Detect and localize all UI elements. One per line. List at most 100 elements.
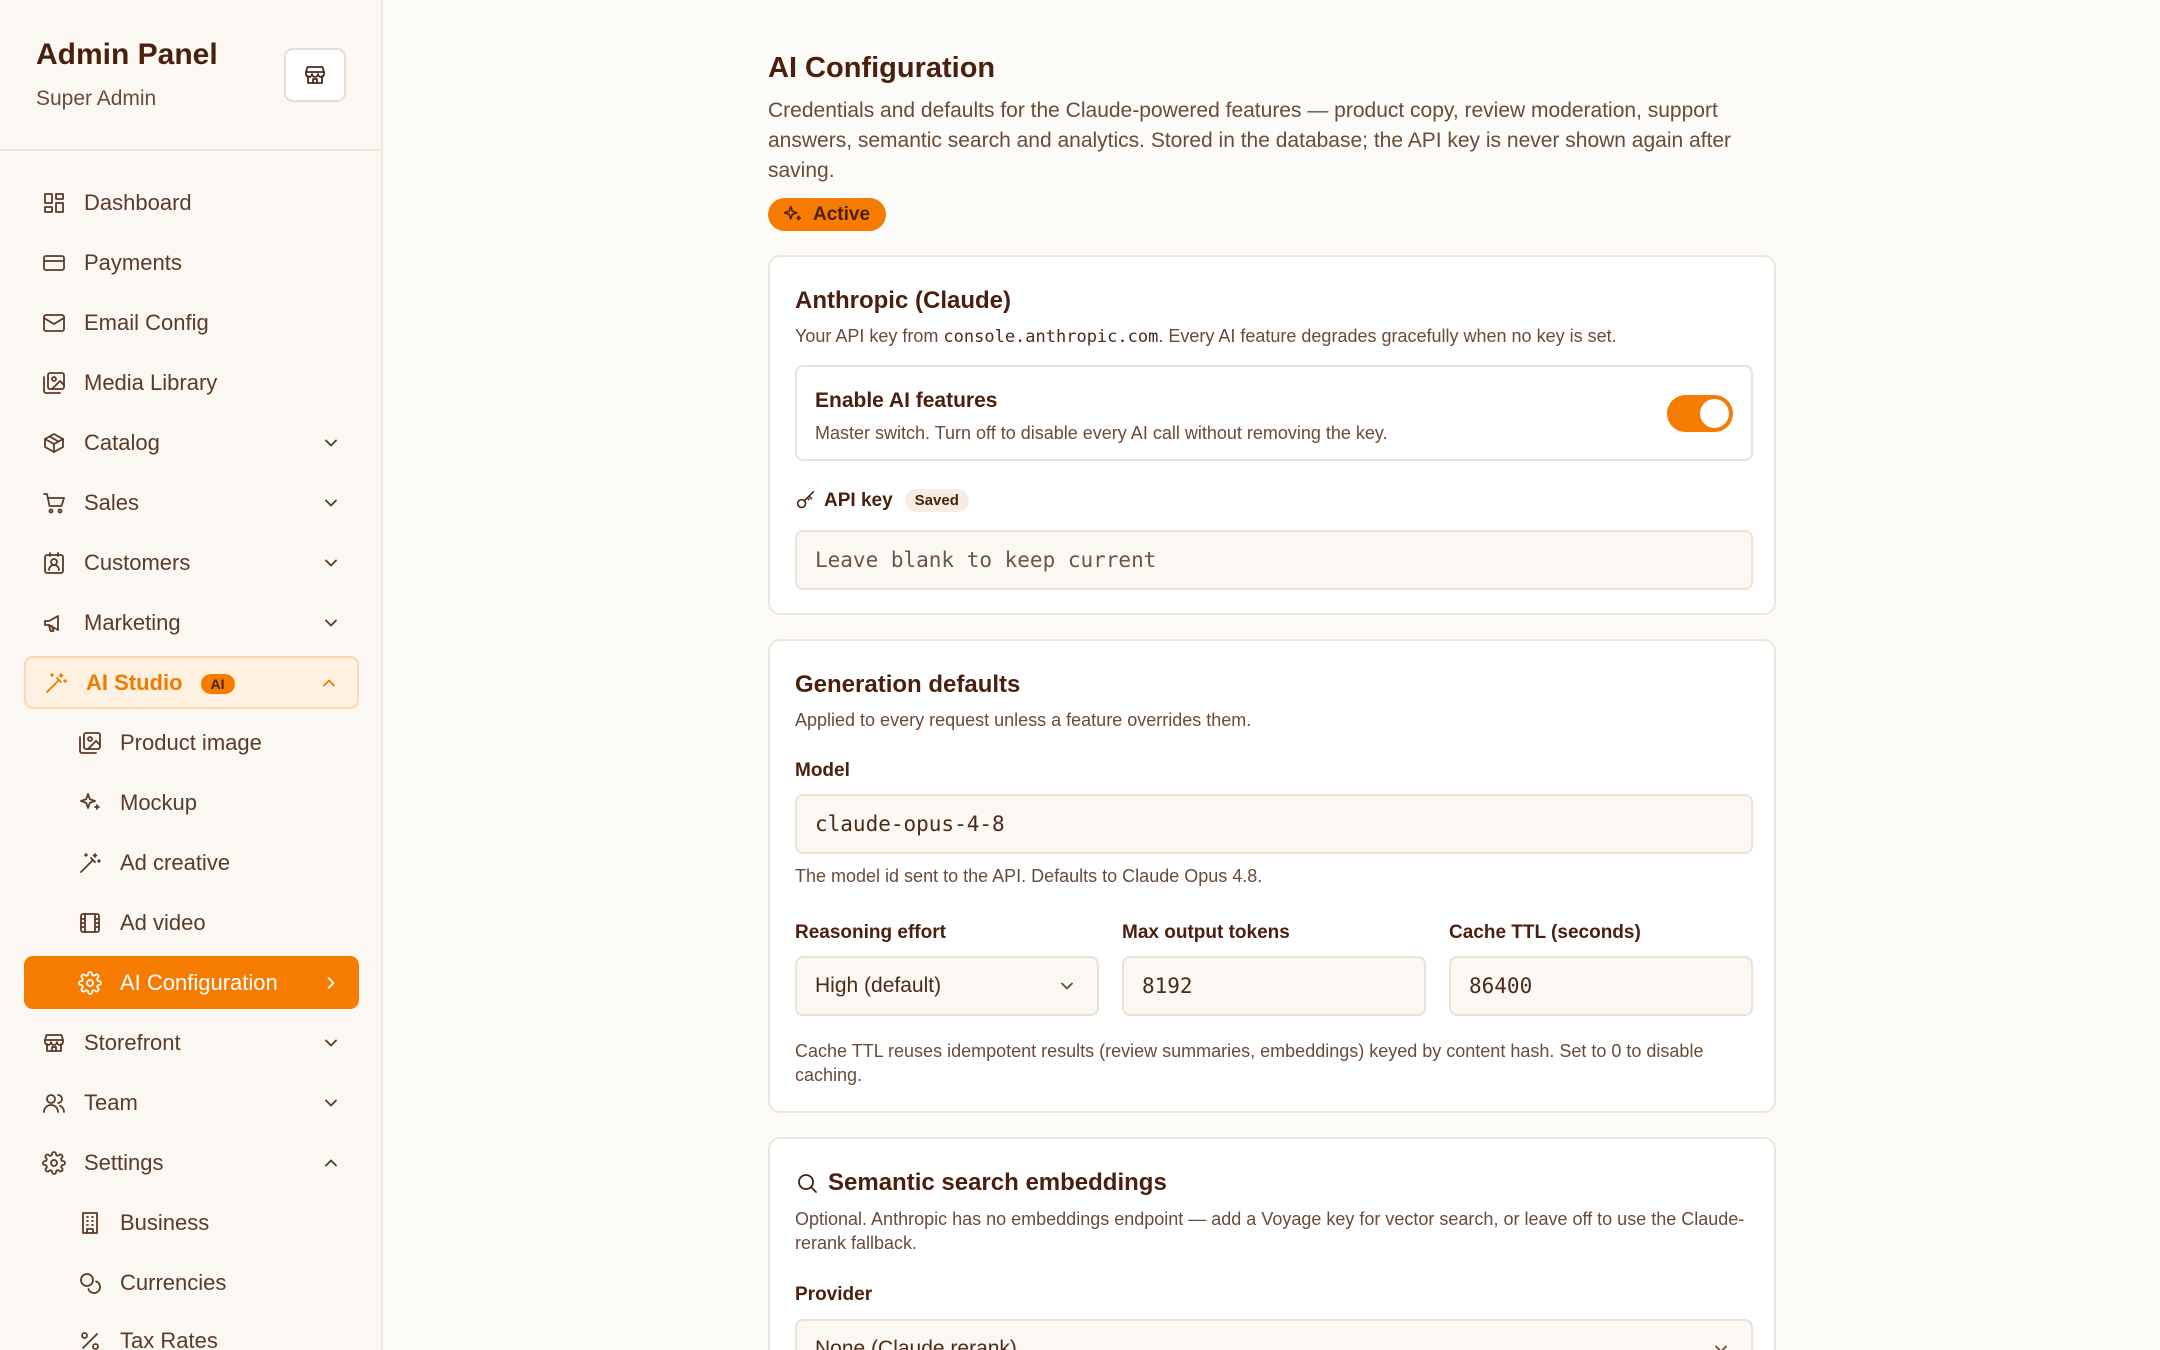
sidebar-item-marketing[interactable]: Marketing <box>24 596 359 649</box>
cart-icon <box>43 492 65 513</box>
sidebar-item-tax-rates[interactable]: Tax Rates <box>24 1314 359 1350</box>
chevron-down-icon <box>325 619 337 626</box>
sidebar-item-ad-creative[interactable]: Ad creative <box>24 836 359 889</box>
magic-wand-icon <box>46 672 67 693</box>
sidebar-item-label: Tax Rates <box>120 1327 218 1350</box>
sidebar-item-label: Currencies <box>120 1269 227 1295</box>
desc-text: Your API key from <box>795 326 944 346</box>
chevron-down-icon <box>325 499 337 506</box>
effort-value: High (default) <box>815 974 942 997</box>
sidebar-item-ai-studio[interactable]: AI Studio AI <box>24 656 359 709</box>
magic-wand-icon <box>80 852 101 873</box>
max-tokens-input[interactable]: 8192 <box>1122 956 1426 1016</box>
chevron-down-icon <box>325 439 337 446</box>
model-input[interactable]: claude-opus-4-8 <box>795 794 1753 854</box>
generation-defaults-card: Generation defaults Applied to every req… <box>768 639 1776 1113</box>
chevron-down-icon <box>1061 982 1073 990</box>
sidebar-item-label: Media Library <box>84 369 218 395</box>
sidebar-item-mockup[interactable]: Mockup <box>24 776 359 829</box>
search-icon <box>798 1174 817 1193</box>
user-role: Super Admin <box>36 87 157 110</box>
sidebar-item-catalog[interactable]: Catalog <box>24 416 359 469</box>
sidebar-item-product-image[interactable]: Product image <box>24 716 359 769</box>
images-icon <box>43 371 65 394</box>
card-description: Applied to every request unless a featur… <box>795 710 1252 730</box>
sidebar-item-label: Dashboard <box>84 189 192 215</box>
card-description: Your API key from console.anthropic.com.… <box>795 324 1617 349</box>
card-title: Generation defaults <box>795 671 1021 698</box>
megaphone-icon <box>44 614 59 632</box>
model-help: The model id sent to the API. Defaults t… <box>795 866 1263 886</box>
model-label: Model <box>795 760 850 781</box>
console-url: console.anthropic.com <box>943 327 1159 347</box>
sidebar-item-label: Storefront <box>84 1029 181 1055</box>
sidebar-item-customers[interactable]: Customers <box>24 536 359 589</box>
sidebar-item-label: Ad video <box>120 909 206 935</box>
sidebar-item-business[interactable]: Business <box>24 1196 359 1249</box>
gear-icon <box>78 970 102 995</box>
sidebar-item-media-library[interactable]: Media Library <box>24 356 359 409</box>
saved-badge: Saved <box>904 489 969 512</box>
sidebar-item-label: Business <box>120 1209 210 1235</box>
sidebar-item-label: Sales <box>84 489 140 515</box>
api-key-label: API key <box>824 489 893 511</box>
sidebar-item-email-config[interactable]: Email Config <box>24 296 359 349</box>
sidebar-header: Admin Panel Super Admin <box>0 0 381 151</box>
sidebar-item-label: Payments <box>84 249 182 275</box>
page-description: Credentials and defaults for the Claude-… <box>768 99 1732 182</box>
sidebar-item-label: Team <box>84 1089 138 1115</box>
store-icon <box>305 66 325 84</box>
sidebar-item-label: Email Config <box>84 309 209 335</box>
sidebar-item-ad-video[interactable]: Ad video <box>24 896 359 949</box>
status-label: Active <box>813 203 871 225</box>
chevron-right-icon <box>327 976 335 989</box>
app-title: Admin Panel <box>36 38 218 71</box>
api-key-input[interactable]: Leave blank to keep current <box>795 530 1753 590</box>
sidebar-item-payments[interactable]: Payments <box>24 236 359 289</box>
sidebar-item-team[interactable]: Team <box>24 1076 359 1129</box>
sidebar-item-label: Marketing <box>84 609 181 635</box>
sidebar-item-label: Mockup <box>120 789 198 815</box>
view-store-button[interactable] <box>284 48 346 102</box>
provider-value: None (Claude rerank) <box>815 1337 1017 1350</box>
card-title: Anthropic (Claude) <box>795 287 1011 314</box>
sidebar-item-dashboard[interactable]: Dashboard <box>24 176 359 229</box>
sidebar-item-ai-configuration[interactable]: AI Configuration <box>24 956 359 1009</box>
users-icon <box>43 1093 65 1113</box>
ttl-label: Cache TTL (seconds) <box>1449 922 1641 943</box>
sidebar-item-label: AI Configuration <box>120 969 278 995</box>
toggle-title: Enable AI features <box>815 389 998 412</box>
enable-ai-toggle[interactable] <box>1667 395 1733 432</box>
chevron-down-icon <box>1715 1345 1727 1350</box>
chevron-down-icon <box>325 1099 337 1106</box>
dashboard-icon <box>44 192 64 213</box>
desc-text: . Every AI feature degrades gracefully w… <box>1158 326 1617 346</box>
chevron-up-icon <box>323 679 335 686</box>
gear-icon <box>42 1150 66 1175</box>
chevron-up-icon <box>325 1159 337 1166</box>
effort-select[interactable]: High (default) <box>795 956 1099 1016</box>
coins-icon <box>80 1272 101 1294</box>
card-title-row: Semantic search embeddings <box>795 1169 1167 1197</box>
ttl-help: Cache TTL reuses idempotent results (rev… <box>795 1041 1704 1085</box>
card-description: Optional. Anthropic has no embeddings en… <box>795 1209 1745 1253</box>
anthropic-card: Anthropic (Claude) Your API key from con… <box>768 255 1776 615</box>
sidebar-item-sales[interactable]: Sales <box>24 476 359 529</box>
sidebar-item-label: Catalog <box>84 429 160 455</box>
cache-ttl-input[interactable]: 86400 <box>1449 956 1753 1016</box>
provider-select[interactable]: None (Claude rerank) <box>795 1319 1753 1350</box>
page-title: AI Configuration <box>768 52 996 84</box>
images-icon <box>79 731 101 754</box>
sidebar-item-label: Settings <box>84 1149 164 1175</box>
building-icon <box>82 1211 98 1234</box>
sidebar-item-currencies[interactable]: Currencies <box>24 1256 359 1309</box>
sidebar-item-settings[interactable]: Settings <box>24 1136 359 1189</box>
sidebar-item-storefront[interactable]: Storefront <box>24 1016 359 1069</box>
sparkles-icon <box>80 792 100 810</box>
chevron-down-icon <box>325 559 337 566</box>
percent-icon <box>81 1331 99 1350</box>
key-icon <box>796 490 815 509</box>
api-key-label-row: API key Saved <box>795 489 969 512</box>
status-badge: Active <box>768 198 887 231</box>
sidebar-item-label: Customers <box>84 549 191 575</box>
